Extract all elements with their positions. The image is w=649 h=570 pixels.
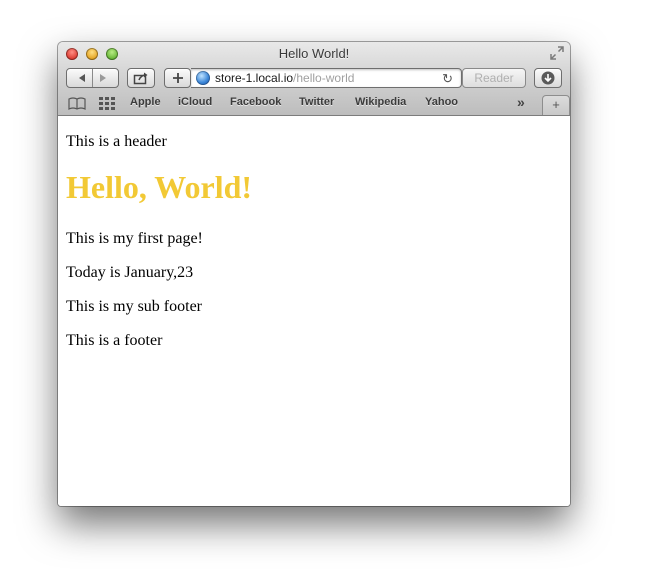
globe-icon xyxy=(196,71,210,85)
title-bar: Hello World! xyxy=(58,42,570,64)
fullscreen-icon[interactable] xyxy=(550,46,564,60)
bookmark-facebook[interactable]: Facebook xyxy=(230,96,281,108)
add-bookmark-button[interactable] xyxy=(164,68,191,88)
page-header: This is a header xyxy=(66,133,167,150)
window-title: Hello World! xyxy=(278,46,350,61)
reader-button[interactable]: Reader xyxy=(462,68,526,88)
back-forward-buttons xyxy=(66,68,119,88)
page-content: This is a header Hello, World! This is m… xyxy=(58,116,570,506)
add-bookmark-icon xyxy=(172,73,183,83)
bookmark-twitter[interactable]: Twitter xyxy=(299,96,334,108)
browser-chrome: Hello World! store-1.local.io /hello-wor… xyxy=(58,42,570,116)
forward-arrow-icon[interactable] xyxy=(97,72,109,84)
divider xyxy=(92,69,93,87)
page-footer: This is a footer xyxy=(66,332,163,349)
downloads-button[interactable] xyxy=(534,68,562,88)
page-paragraph: This is my first page! xyxy=(66,230,203,247)
page-heading: Hello, World! xyxy=(66,169,253,205)
back-arrow-icon[interactable] xyxy=(76,72,88,84)
bookmark-icloud[interactable]: iCloud xyxy=(178,96,212,108)
new-tab-button[interactable]: + xyxy=(542,95,570,115)
reading-list-icon[interactable] xyxy=(68,97,86,110)
download-icon xyxy=(541,71,555,85)
bookmark-apple[interactable]: Apple xyxy=(130,96,161,108)
reload-icon[interactable]: ↻ xyxy=(442,71,453,87)
top-sites-grid-icon[interactable] xyxy=(99,97,115,110)
toolbar: store-1.local.io/hello-world ↻ Reader xyxy=(58,64,570,92)
bookmarks-bar: Apple iCloud Facebook Twitter Wikipedia … xyxy=(58,92,570,115)
url-path: /hello-world xyxy=(293,71,355,85)
share-icon xyxy=(133,72,148,85)
address-bar[interactable]: store-1.local.io/hello-world ↻ xyxy=(191,68,462,88)
bookmarks-overflow-icon[interactable]: » xyxy=(517,94,525,110)
bookmark-yahoo[interactable]: Yahoo xyxy=(425,96,458,108)
url-host: store-1.local.io xyxy=(215,71,294,85)
share-button[interactable] xyxy=(127,68,155,88)
sub-footer: This is my sub footer xyxy=(66,298,202,315)
bookmark-wikipedia[interactable]: Wikipedia xyxy=(355,96,406,108)
date-text: Today is January,23 xyxy=(66,264,194,281)
browser-window: Hello World! store-1.local.io /hello-wor… xyxy=(58,42,570,506)
